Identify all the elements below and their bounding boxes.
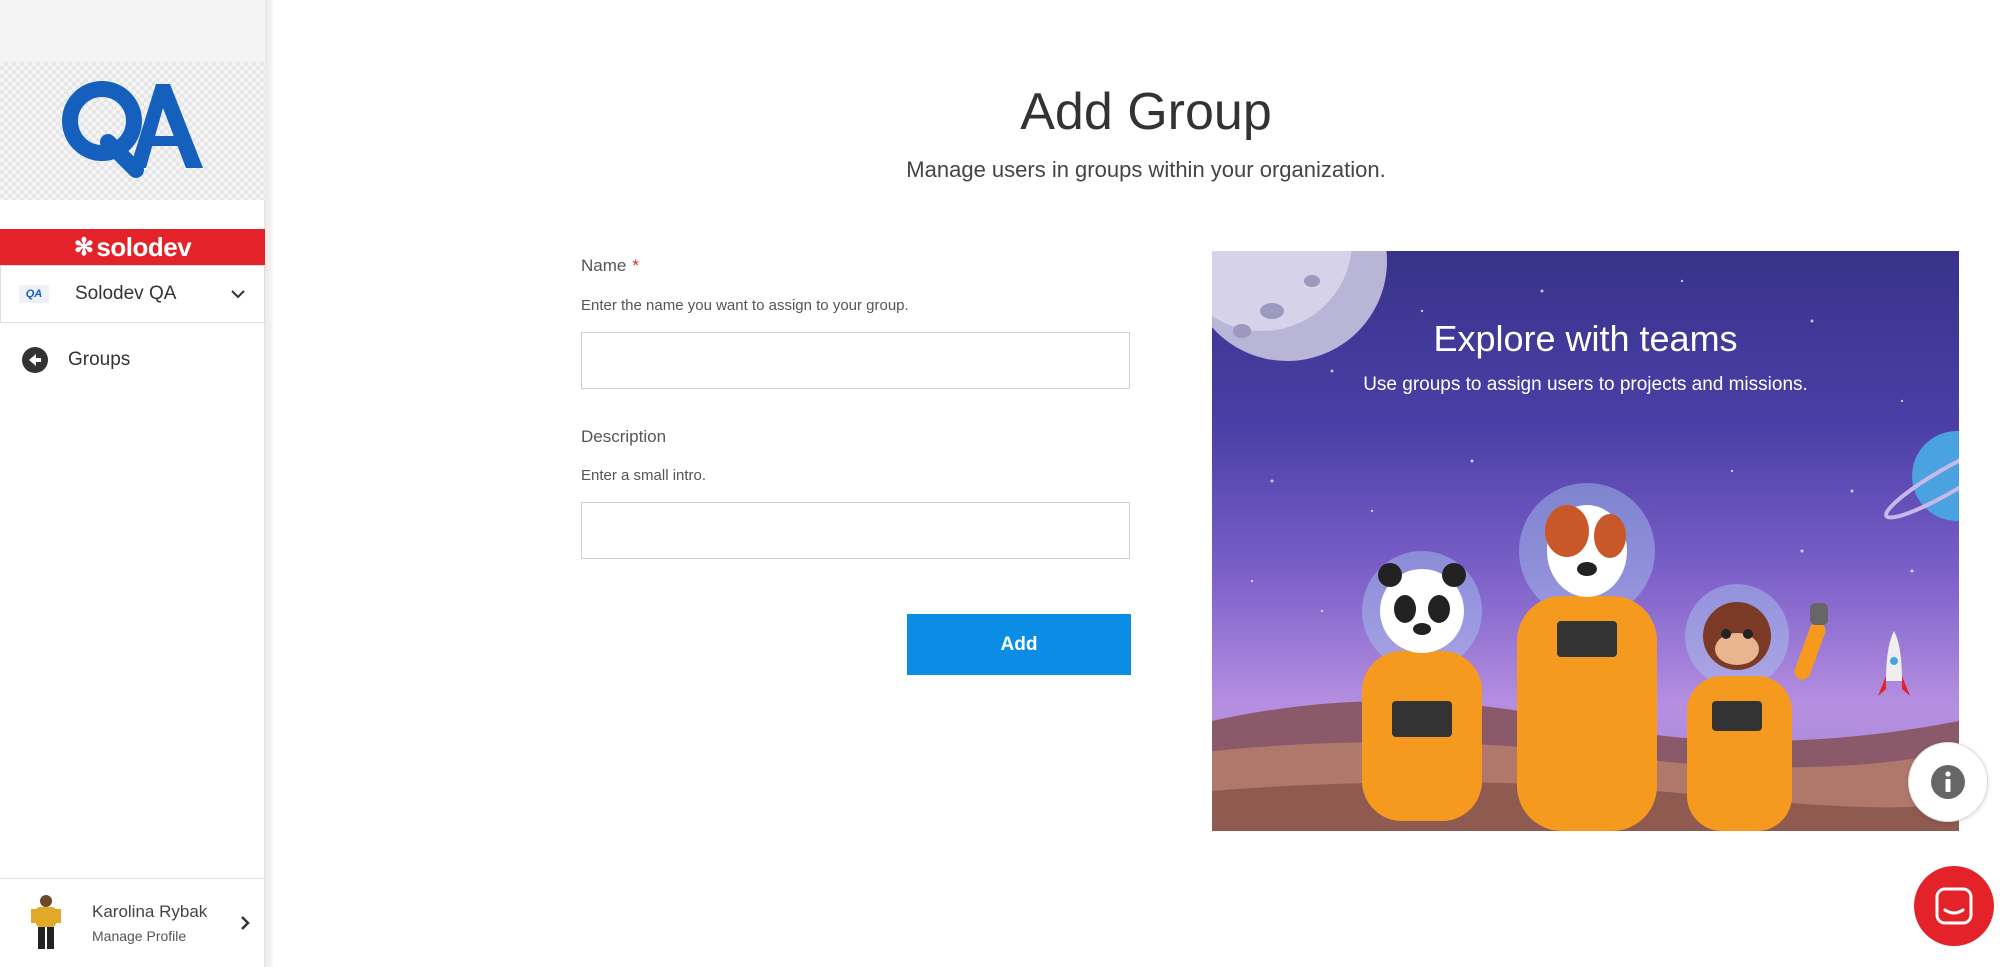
org-name: Solodev QA — [75, 283, 177, 304]
page-title: Add Group — [1020, 83, 1272, 141]
hero-illustration: Explore with teams Use groups to assign … — [1212, 251, 1959, 831]
info-icon — [1931, 765, 1965, 799]
avatar — [31, 895, 61, 949]
profile-name: Karolina Rybak — [92, 902, 208, 921]
solodev-flower-icon: ✻ — [73, 233, 94, 261]
name-label-text: Name — [581, 256, 627, 275]
description-hint: Enter a small intro. — [581, 467, 707, 484]
chat-button[interactable] — [1914, 866, 1994, 946]
info-button[interactable] — [1908, 742, 1988, 822]
hero-title: Explore with teams — [1433, 318, 1738, 359]
sidebar: ✻ solodev QA Solodev QA Groups Karolina … — [0, 0, 265, 967]
name-input[interactable] — [581, 332, 1130, 389]
sidebar-item-label: Groups — [68, 349, 131, 370]
org-badge: QA — [19, 285, 49, 303]
name-hint: Enter the name you want to assign to you… — [581, 297, 909, 314]
brand-name: solodev — [96, 231, 192, 262]
logo-top-gap — [0, 0, 265, 62]
required-marker: * — [632, 256, 639, 275]
qa-logo-icon — [62, 81, 203, 178]
add-button[interactable]: Add — [907, 614, 1131, 675]
hero-subtitle: Use groups to assign users to projects a… — [1363, 374, 1808, 395]
name-label: Name * — [581, 256, 639, 276]
profile-menu[interactable]: Karolina Rybak Manage Profile — [0, 878, 265, 967]
sidebar-divider — [265, 0, 273, 967]
org-selector[interactable]: QA Solodev QA — [0, 265, 265, 323]
description-label: Description — [581, 427, 667, 446]
chevron-right-icon — [241, 916, 250, 930]
chat-icon — [1935, 887, 1973, 925]
chevron-down-icon — [231, 290, 245, 299]
page-subtitle: Manage users in groups within your organ… — [906, 157, 1386, 182]
back-arrow-icon — [22, 347, 48, 373]
manage-profile-label: Manage Profile — [92, 928, 187, 944]
brand-bar: ✻ solodev — [0, 229, 265, 265]
sidebar-item-groups[interactable]: Groups — [0, 337, 265, 383]
org-logo — [0, 62, 265, 200]
description-input[interactable] — [581, 502, 1130, 559]
